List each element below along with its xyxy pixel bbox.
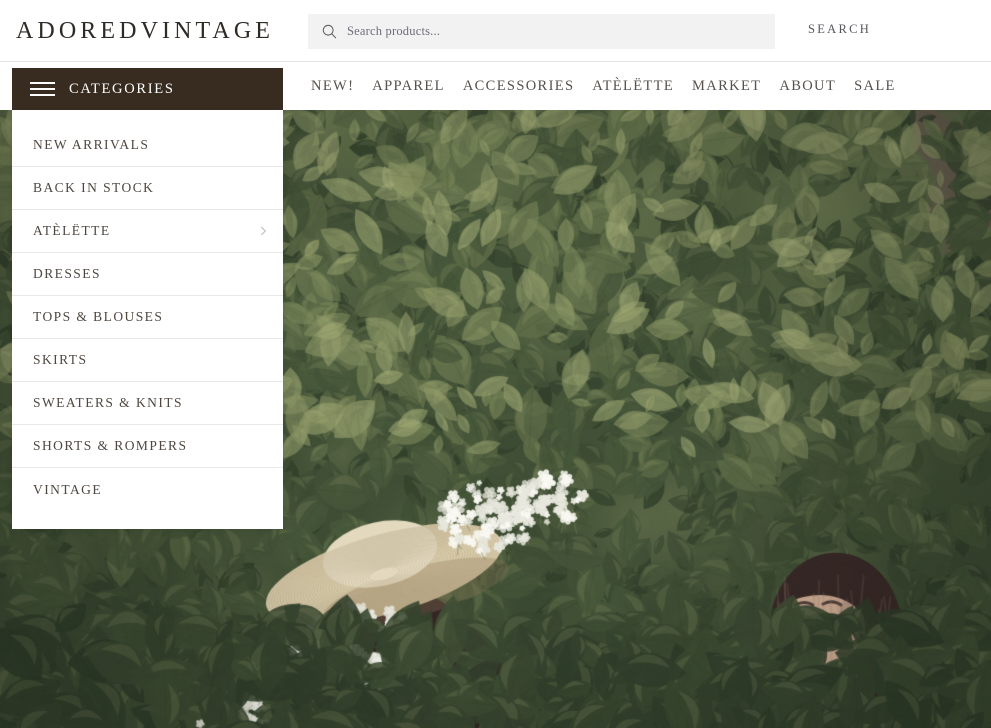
dropdown-item-back-in-stock[interactable]: BACK IN STOCK [12, 167, 283, 210]
navigation-row: CATEGORIES NEW! APPAREL ACCESSORIES ATÈLËTT… [0, 62, 991, 110]
chevron-right-icon [259, 226, 268, 236]
nav-link-about[interactable]: ABOUT [779, 78, 836, 95]
search-input[interactable] [347, 24, 747, 39]
site-logo[interactable]: ADOREDVINTAGE [16, 18, 274, 45]
dropdown-item-label: TOPS & BLOUSES [33, 309, 164, 324]
search-bar[interactable] [308, 14, 775, 49]
main-navigation: NEW! APPAREL ACCESSORIES ATÈLËTTE MARKET ABOU… [311, 62, 896, 110]
categories-toggle-button[interactable]: CATEGORIES [12, 68, 283, 110]
nav-link-apparel[interactable]: APPAREL [372, 78, 445, 95]
categories-button-label: CATEGORIES [69, 80, 175, 97]
dropdown-item-vintage[interactable]: VINTAGE [12, 468, 283, 511]
dropdown-item-label: SHORTS & ROMPERS [33, 438, 188, 453]
dropdown-item-label: VINTAGE [33, 481, 103, 497]
search-icon [322, 24, 337, 39]
dropdown-item-skirts[interactable]: SKIRTS [12, 339, 283, 382]
nav-link-at-l-tte[interactable]: ATÈLËTTE [592, 78, 674, 95]
dropdown-item-at-l-tte[interactable]: ATÈLËTTE [12, 210, 283, 253]
site-header: ADOREDVINTAGE SEARCH [0, 0, 991, 62]
dropdown-item-tops-blouses[interactable]: TOPS & BLOUSES [12, 296, 283, 339]
dropdown-item-new-arrivals[interactable]: NEW ARRIVALS [12, 124, 283, 167]
dropdown-item-dresses[interactable]: DRESSES [12, 253, 283, 296]
dropdown-item-label: NEW ARRIVALS [33, 137, 150, 152]
hamburger-icon [30, 82, 55, 96]
dropdown-item-sweaters-knits[interactable]: SWEATERS & KNITS [12, 382, 283, 425]
dropdown-item-label: SWEATERS & KNITS [33, 395, 183, 410]
search-submit-button[interactable]: SEARCH [808, 22, 871, 37]
dropdown-item-label: BACK IN STOCK [33, 180, 155, 195]
nav-link-new[interactable]: NEW! [311, 78, 354, 95]
nav-link-market[interactable]: MARKET [692, 78, 761, 95]
categories-dropdown-panel: NEW ARRIVALS BACK IN STOCK ATÈLËTTE DRESSES… [12, 110, 283, 529]
dropdown-item-label: ATÈLËTTE [33, 223, 111, 238]
dropdown-item-label: SKIRTS [33, 352, 88, 367]
nav-link-accessories[interactable]: ACCESSORIES [463, 78, 575, 95]
dropdown-item-shorts-rompers[interactable]: SHORTS & ROMPERS [12, 425, 283, 468]
nav-link-sale[interactable]: SALE [854, 78, 896, 95]
dropdown-item-label: DRESSES [33, 266, 101, 281]
page-root: ADOREDVINTAGE SEARCH CATEGORIES NEW! APPA… [0, 0, 991, 728]
